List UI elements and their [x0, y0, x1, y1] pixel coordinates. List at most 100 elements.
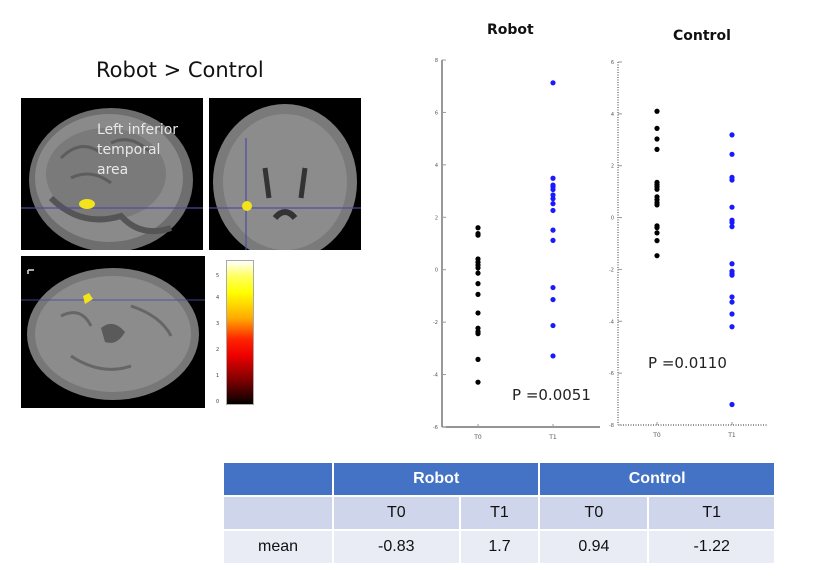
data-point-t1 — [729, 261, 735, 267]
y-tick-label: -6 — [433, 425, 438, 431]
data-point-t0 — [475, 331, 481, 337]
data-point-t1 — [550, 322, 556, 329]
data-point-t1 — [550, 201, 556, 207]
y-tick-label: 0 — [611, 216, 614, 222]
table-corner-cell — [222, 461, 334, 497]
data-point-t1 — [729, 224, 735, 230]
data-point-t1 — [550, 296, 556, 303]
data-point-t0 — [654, 225, 660, 231]
table-empty-cell — [222, 495, 334, 531]
brain-axial-view — [21, 256, 205, 408]
robot-chart-title: Robot — [487, 22, 534, 38]
data-point-t0 — [654, 136, 660, 142]
region-label-line-2: temporal — [97, 142, 161, 158]
coronal-brain-image — [209, 104, 361, 250]
table-cell: 1.7 — [458, 529, 541, 565]
data-point-t0 — [654, 146, 660, 152]
x-tick-label: T0 — [473, 434, 482, 441]
y-tick-label: -2 — [609, 267, 614, 273]
data-point-t0 — [654, 238, 660, 244]
table-cell: 0.94 — [538, 529, 650, 565]
table-cell: -1.22 — [647, 529, 776, 565]
table-subheader: T1 — [647, 495, 776, 531]
data-point-t0 — [475, 281, 481, 287]
data-point-t1 — [729, 204, 735, 210]
y-tick-label: 0 — [435, 268, 438, 274]
table-row: mean -0.83 1.7 0.94 -1.22 — [222, 529, 776, 565]
table-subheader: T0 — [332, 495, 461, 531]
data-point-t1 — [550, 284, 556, 291]
data-point-t1 — [550, 175, 556, 181]
colorbar-tick: 0 — [216, 399, 220, 405]
means-table: Robot Control T0 T1 T0 T1 mean -0.83 1.7… — [222, 461, 776, 565]
data-point-t1 — [729, 177, 735, 183]
data-point-t0 — [475, 291, 481, 297]
colorbar-tick: 2 — [216, 347, 220, 353]
table-group-control: Control — [538, 461, 776, 497]
data-point-t1 — [550, 227, 556, 233]
p-value-annotation: P =0.0110 — [648, 354, 727, 372]
table-group-robot: Robot — [331, 461, 541, 497]
control-scatter-chart: 6 4 2 0 -2 -4 -6 -8 T0 T1 P =0.0110 — [609, 60, 768, 439]
table-subheader: T0 — [538, 495, 650, 531]
y-tick-label: 8 — [435, 58, 438, 64]
y-tick-label: -6 — [609, 371, 614, 377]
table-group-header-row: Robot Control — [222, 461, 776, 497]
data-point-t0 — [475, 232, 481, 238]
data-point-t1 — [729, 272, 735, 278]
data-point-t0 — [654, 253, 660, 259]
data-point-t0 — [475, 265, 481, 271]
data-point-t1 — [550, 186, 556, 193]
y-tick-label: 4 — [611, 112, 614, 118]
data-point-t0 — [475, 270, 481, 276]
table-subheader: T1 — [458, 495, 541, 531]
brain-coronal-view — [209, 98, 361, 250]
y-tick-label: 6 — [611, 60, 614, 66]
data-point-t0 — [654, 125, 660, 131]
figure-title: Robot > Control — [96, 58, 264, 82]
data-point-t1 — [550, 237, 556, 243]
y-tick-label: 2 — [435, 215, 438, 221]
data-point-t1 — [729, 299, 735, 305]
y-tick-label: -8 — [609, 423, 614, 429]
y-tick-label: -4 — [433, 373, 438, 379]
data-point-t0 — [654, 186, 660, 192]
control-chart-title: Control — [673, 28, 731, 44]
data-point-t1 — [550, 353, 556, 359]
y-tick-label: 4 — [435, 163, 438, 169]
y-tick-label: 2 — [611, 164, 614, 170]
p-value-annotation: P =0.0051 — [512, 386, 591, 404]
region-label-line-1: Left inferior — [97, 122, 179, 138]
y-tick-label: 6 — [435, 110, 438, 116]
data-point-t0 — [654, 108, 660, 114]
data-point-t1 — [729, 294, 735, 300]
axial-brain-image — [21, 268, 205, 400]
data-point-t1 — [729, 132, 735, 138]
colorbar-tick: 5 — [216, 273, 220, 279]
data-point-t0 — [475, 310, 481, 316]
data-point-t1 — [729, 401, 735, 408]
data-point-t0 — [654, 202, 660, 208]
y-tick-label: -2 — [433, 320, 438, 326]
data-point-t1 — [729, 151, 735, 157]
region-label-line-3: area — [97, 162, 129, 178]
x-tick-label: T1 — [548, 434, 557, 441]
table-cell: -0.83 — [332, 529, 461, 565]
data-point-t1 — [729, 324, 735, 330]
colorbar: 0 1 2 3 4 5 — [216, 260, 254, 405]
brain-sagittal-view: Left inferior temporal area — [21, 98, 203, 250]
colorbar-tick: 3 — [216, 321, 220, 327]
x-tick-label: T0 — [652, 432, 661, 439]
data-point-t1 — [550, 80, 556, 86]
data-point-t0 — [654, 230, 660, 236]
table-subheader-row: T0 T1 T0 T1 — [222, 495, 776, 531]
x-tick-label: T1 — [727, 432, 736, 439]
colorbar-tick: 1 — [216, 373, 220, 379]
data-point-t1 — [550, 207, 556, 214]
robot-scatter-chart: 8 6 4 2 0 -2 -4 -6 T0 T1 P =0.0051 — [433, 58, 600, 441]
data-point-t1 — [729, 311, 735, 317]
data-point-t1 — [550, 196, 556, 202]
data-point-t0 — [475, 225, 481, 231]
table-row-label: mean — [222, 529, 334, 565]
y-tick-label: -4 — [609, 319, 614, 325]
